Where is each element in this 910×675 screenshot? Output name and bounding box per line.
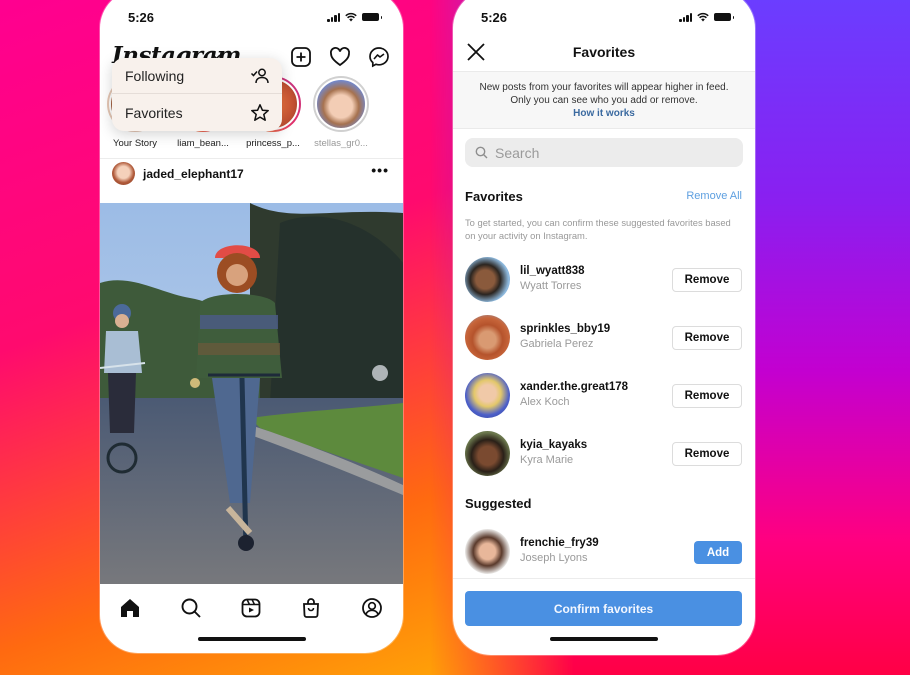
remove-all-link[interactable]: Remove All xyxy=(686,190,742,202)
favorites-header: Favorites xyxy=(453,36,755,72)
suggested-section-title: Suggested xyxy=(465,496,532,511)
wifi-icon xyxy=(345,12,357,22)
full-name: Gabriela Perez xyxy=(520,338,594,350)
search-field[interactable] xyxy=(465,138,743,167)
post-header: jaded_elephant17 ••• xyxy=(100,158,403,194)
feed-selector-menu: Following Favorites xyxy=(112,58,282,131)
story-label: stellas_gr0... xyxy=(314,138,368,149)
profile-icon[interactable] xyxy=(361,597,383,619)
full-name: Wyatt Torres xyxy=(520,280,582,292)
home-icon[interactable] xyxy=(119,597,141,619)
signal-icon xyxy=(327,12,340,22)
suggested-row: frenchie_fry39 Joseph Lyons Add xyxy=(453,527,755,577)
wifi-icon xyxy=(697,12,709,22)
more-options-icon[interactable]: ••• xyxy=(371,162,389,178)
divider xyxy=(453,578,755,579)
battery-icon xyxy=(362,13,382,21)
search-icon xyxy=(475,146,488,159)
page-title: Favorites xyxy=(572,44,636,60)
username[interactable]: kyia_kayaks xyxy=(520,439,587,451)
bottom-nav xyxy=(100,585,403,635)
story-label: princess_p... xyxy=(246,138,300,149)
avatar[interactable] xyxy=(465,257,510,302)
full-name: Kyra Marie xyxy=(520,454,574,466)
menu-item-label: Favorites xyxy=(125,105,183,121)
favorite-row: xander.the.great178 Alex Koch Remove xyxy=(453,371,755,421)
story-item[interactable]: stellas_gr0... xyxy=(310,76,372,149)
info-line: Only you can see who you add or remove. xyxy=(510,95,698,106)
full-name: Joseph Lyons xyxy=(520,552,588,564)
reels-icon[interactable] xyxy=(240,597,262,619)
confirm-favorites-button[interactable]: Confirm favorites xyxy=(465,591,742,626)
home-indicator xyxy=(550,637,658,641)
avatar[interactable] xyxy=(465,315,510,360)
info-line: New posts from your favorites will appea… xyxy=(479,82,729,93)
favorites-helper-text: To get started, you can confirm these su… xyxy=(465,217,731,241)
post-photo xyxy=(100,203,403,584)
search-icon[interactable] xyxy=(180,597,202,619)
story-label: Your Story xyxy=(112,138,157,149)
username[interactable]: frenchie_fry39 xyxy=(520,537,599,549)
how-it-works-link[interactable]: How it works xyxy=(453,107,755,120)
menu-item-favorites[interactable]: Favorites xyxy=(112,95,282,131)
remove-button[interactable]: Remove xyxy=(672,326,742,350)
shop-icon[interactable] xyxy=(300,597,322,619)
home-indicator xyxy=(197,637,306,641)
status-bar: 5:26 xyxy=(453,0,755,36)
star-icon xyxy=(251,104,269,121)
post-image[interactable] xyxy=(100,203,403,584)
post-author-avatar[interactable] xyxy=(112,162,135,185)
remove-button[interactable]: Remove xyxy=(672,442,742,466)
status-time: 5:26 xyxy=(128,10,155,25)
favorite-row: kyia_kayaks Kyra Marie Remove xyxy=(453,429,755,479)
signal-icon xyxy=(679,12,692,22)
messenger-icon[interactable] xyxy=(368,46,390,68)
heart-icon[interactable] xyxy=(329,46,351,68)
avatar[interactable] xyxy=(465,373,510,418)
favorite-row: sprinkles_bby19 Gabriela Perez Remove xyxy=(453,313,755,363)
following-icon xyxy=(250,68,269,83)
new-post-icon[interactable] xyxy=(290,46,312,68)
favorites-section-title: Favorites xyxy=(465,189,523,204)
username[interactable]: sprinkles_bby19 xyxy=(520,323,610,335)
phone-favorites-screen: 5:26 Favorites New posts from your favor… xyxy=(453,0,755,655)
favorite-row: lil_wyatt838 Wyatt Torres Remove xyxy=(453,255,755,305)
remove-button[interactable]: Remove xyxy=(672,268,742,292)
phone-home-feed: 5:26 Instagram Your Story liam_bean... p… xyxy=(100,0,403,653)
status-bar: 5:26 xyxy=(100,0,403,36)
remove-button[interactable]: Remove xyxy=(672,384,742,408)
add-button[interactable]: Add xyxy=(694,541,742,564)
username[interactable]: xander.the.great178 xyxy=(520,381,628,393)
search-input[interactable] xyxy=(495,138,735,167)
favorites-info-banner: New posts from your favorites will appea… xyxy=(453,71,755,129)
avatar[interactable] xyxy=(465,529,510,574)
menu-item-following[interactable]: Following xyxy=(112,58,282,94)
avatar[interactable] xyxy=(465,431,510,476)
username[interactable]: lil_wyatt838 xyxy=(520,265,585,277)
story-label: liam_bean... xyxy=(177,138,229,149)
post-author-username[interactable]: jaded_elephant17 xyxy=(143,167,244,181)
status-time: 5:26 xyxy=(481,10,508,25)
battery-icon xyxy=(714,13,734,21)
full-name: Alex Koch xyxy=(520,396,570,408)
menu-item-label: Following xyxy=(125,67,185,84)
